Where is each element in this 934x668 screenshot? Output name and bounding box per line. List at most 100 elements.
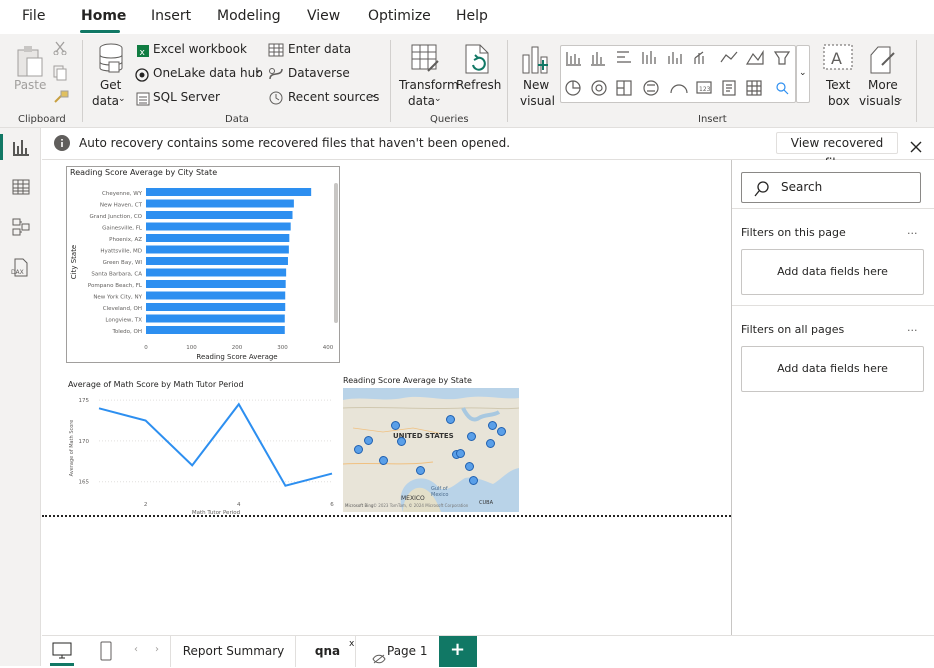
reading-score-by-state-map-visual[interactable]: Reading Score Average by State UNITED ST… (341, 374, 521, 514)
menu-modeling[interactable]: Modeling (217, 8, 281, 24)
bar (146, 211, 293, 219)
menu-optimize[interactable]: Optimize (368, 8, 431, 24)
close-tab-icon[interactable]: x (349, 639, 354, 649)
recovery-notification-bar: Auto recovery contains some recovered fi… (42, 128, 934, 170)
map-point[interactable] (486, 439, 495, 448)
text-box-icon[interactable]: A (822, 43, 854, 79)
more-options-icon[interactable]: ... (907, 224, 918, 237)
separator (507, 40, 508, 122)
sql-server-button[interactable]: SQL Server (153, 90, 220, 104)
view-recovered-files-button[interactable]: View recovered files (776, 132, 898, 170)
visualization-gallery[interactable]: 123 (560, 45, 796, 103)
chevron-down-icon[interactable]: ⌄ (370, 90, 378, 100)
tab-qna[interactable]: qna (300, 636, 356, 667)
more-options-icon[interactable]: ... (907, 321, 918, 334)
map-area[interactable]: UNITED STATES MEXICO Gulf of Mexico CUBA… (343, 388, 519, 512)
model-view-icon[interactable] (12, 218, 30, 240)
scroll-left-icon[interactable]: ‹ (134, 644, 138, 655)
map-point[interactable] (465, 462, 474, 471)
close-icon[interactable] (910, 138, 922, 157)
table-view-icon[interactable] (12, 178, 30, 200)
excel-workbook-button[interactable]: Excel workbook (153, 42, 247, 56)
search-icon (754, 181, 770, 201)
chevron-down-icon: ⌄ (799, 68, 807, 78)
map-point[interactable] (456, 449, 465, 458)
page-boundary (42, 515, 731, 517)
x-tick-label: 4 (237, 502, 241, 508)
add-data-fields-all-dropzone[interactable]: Add data fields here (741, 346, 924, 392)
gallery-expand-button[interactable]: ⌄ (796, 45, 810, 103)
paste-icon[interactable] (14, 44, 44, 80)
map-point[interactable] (379, 456, 388, 465)
menu-insert[interactable]: Insert (151, 8, 191, 24)
chevron-down-icon[interactable]: ⌄ (254, 66, 262, 76)
add-data-fields-page-dropzone[interactable]: Add data fields here (741, 249, 924, 295)
scroll-right-icon[interactable]: › (155, 644, 159, 655)
get-data-icon[interactable] (97, 42, 125, 80)
paste-button[interactable]: Paste (14, 78, 46, 92)
category-label: Green Bay, WI (103, 260, 143, 266)
map-point[interactable] (497, 427, 506, 436)
menu-file[interactable]: File (22, 8, 45, 24)
chevron-down-icon[interactable]: ⌄ (118, 94, 126, 104)
copy-icon[interactable] (53, 65, 67, 85)
cut-icon[interactable] (53, 40, 67, 59)
dataverse-button[interactable]: Dataverse (288, 66, 350, 80)
map-point[interactable] (354, 445, 363, 454)
category-label: Gainesville, FL (102, 226, 143, 232)
excel-icon: x (136, 43, 150, 62)
tab-page-1[interactable]: Page 1 (386, 636, 428, 667)
insert-group-label: Insert (698, 114, 727, 125)
chevron-down-icon[interactable]: ⌄ (434, 94, 442, 104)
text-box-label-1[interactable]: Text (826, 78, 850, 92)
desktop-layout-icon[interactable] (52, 642, 72, 664)
transform-data-label-1[interactable]: Transform (399, 78, 459, 92)
queries-group-label: Queries (430, 114, 469, 125)
map-point[interactable] (488, 421, 497, 430)
new-visual-label-1[interactable]: New (523, 78, 549, 92)
enter-data-button[interactable]: Enter data (288, 42, 351, 56)
map-point[interactable] (364, 436, 373, 445)
refresh-icon[interactable] (462, 43, 494, 79)
filters-on-all-pages-heading: Filters on all pages (741, 323, 845, 336)
y-tick-label: 175 (79, 398, 90, 404)
map-point[interactable] (416, 466, 425, 475)
more-visuals-label-2[interactable]: visuals (859, 94, 900, 108)
category-label: Santa Barbara, CA (91, 272, 142, 278)
get-data-label-2[interactable]: data (92, 94, 119, 108)
more-visuals-label-1[interactable]: More (868, 78, 898, 92)
onelake-data-hub-button[interactable]: OneLake data hub (153, 66, 263, 80)
transform-data-icon[interactable] (410, 43, 442, 79)
map-point[interactable] (446, 415, 455, 424)
math-score-by-tutor-period-visual[interactable]: Average of Math Score by Math Tutor Peri… (66, 378, 338, 514)
filters-on-this-page-heading: Filters on this page (741, 226, 846, 239)
menu-home[interactable]: Home (81, 8, 126, 24)
transform-data-label-2[interactable]: data (408, 94, 435, 108)
new-visual-icon[interactable] (520, 43, 550, 79)
report-canvas[interactable]: Reading Score Average by City State Chey… (42, 160, 731, 635)
get-data-label-1[interactable]: Get (100, 78, 121, 92)
refresh-button[interactable]: Refresh (456, 78, 501, 92)
dax-query-view-icon[interactable]: DAX (10, 258, 30, 282)
add-page-button[interactable]: + (439, 636, 477, 667)
reading-score-by-city-visual[interactable]: Reading Score Average by City State Chey… (66, 166, 340, 363)
map-point[interactable] (391, 421, 400, 430)
map-point[interactable] (397, 437, 406, 446)
map-point[interactable] (467, 432, 476, 441)
menu-view[interactable]: View (307, 8, 340, 24)
recovery-message: Auto recovery contains some recovered fi… (79, 136, 511, 150)
more-visuals-icon[interactable] (868, 43, 898, 79)
tab-report-summary[interactable]: Report Summary (172, 636, 296, 667)
bar (146, 234, 290, 242)
search-input[interactable]: Search (741, 172, 921, 203)
report-view-icon[interactable] (12, 138, 30, 160)
menu-help[interactable]: Help (456, 8, 488, 24)
new-visual-label-2[interactable]: visual (520, 94, 555, 108)
visual-scrollbar[interactable] (334, 183, 338, 323)
chevron-down-icon[interactable]: ⌄ (896, 94, 904, 104)
format-painter-icon[interactable] (53, 89, 69, 108)
recent-sources-button[interactable]: Recent sources (288, 90, 379, 104)
text-box-label-2[interactable]: box (828, 94, 850, 108)
mobile-layout-icon[interactable] (100, 641, 112, 665)
map-point[interactable] (469, 476, 478, 485)
